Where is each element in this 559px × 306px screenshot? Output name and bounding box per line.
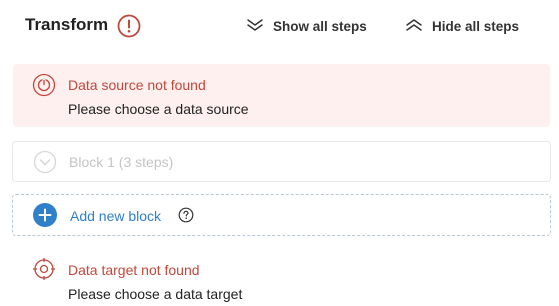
hide-all-steps-label: Hide all steps [432, 18, 520, 34]
block-label: Block 1 (3 steps) [69, 154, 174, 170]
data-source-error-description: Please choose a data source [68, 101, 249, 117]
data-target-error-description: Please choose a data target [68, 286, 243, 302]
plus-circle-icon [33, 203, 57, 227]
question-circle-icon[interactable] [178, 207, 194, 223]
chevron-down-circle-icon[interactable] [33, 150, 57, 174]
data-source-error[interactable]: Data source not found Please choose a da… [13, 64, 550, 127]
chevrons-down-icon [246, 18, 273, 35]
power-circle-icon [32, 73, 56, 97]
block-row[interactable]: Block 1 (3 steps) [12, 141, 551, 182]
page-title: Transform [25, 15, 109, 34]
data-source-error-title: Data source not found [68, 77, 206, 93]
crosshair-icon [32, 257, 56, 281]
show-all-steps-label: Show all steps [273, 18, 367, 34]
hide-all-steps-button[interactable]: Hide all steps [405, 16, 519, 36]
transform-header: Transform Show all steps Hide all steps [0, 0, 559, 52]
add-new-block-button[interactable]: Add new block [12, 194, 551, 236]
data-target-error[interactable]: Data target not found Please choose a da… [13, 250, 550, 306]
add-new-block-label: Add new block [70, 208, 162, 224]
data-target-error-title: Data target not found [68, 262, 200, 278]
show-all-steps-button[interactable]: Show all steps [246, 16, 367, 36]
chevrons-up-icon [405, 18, 432, 35]
exclamation-circle-icon [117, 14, 141, 38]
